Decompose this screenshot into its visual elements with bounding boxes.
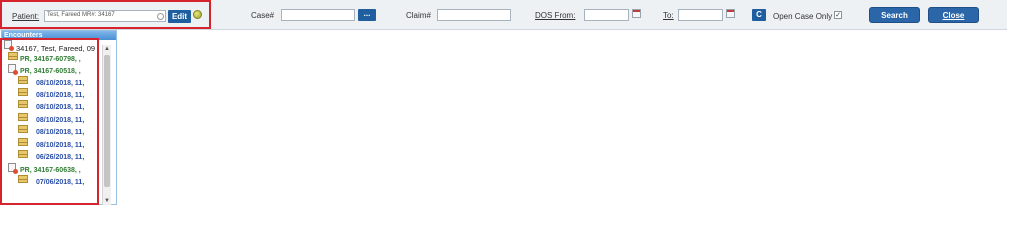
scroll-down-icon[interactable]: ▼ [103,197,111,205]
dos-to-input[interactable] [678,9,723,21]
close-button[interactable]: Close [928,7,979,23]
case-label: Case# [251,11,275,20]
patient-label: Patient: [12,12,40,21]
tree-item-label: 08/10/2018, 11, [36,129,85,136]
search-toolbar: Patient: Test, Fareed MR#: 34167 Edit Ca… [0,0,1007,30]
envelope-icon [18,88,28,96]
refresh-icon[interactable] [193,10,202,19]
case-input[interactable] [281,9,355,21]
tree-item-label: 08/10/2018, 11, [36,117,85,124]
patient-clear-icon[interactable] [157,13,164,20]
envelope-icon [18,125,28,133]
dos-from-input[interactable] [584,9,629,21]
encounters-panel: Encounters 34167, Test, Fareed, 09 PR, 34… [1,30,117,205]
claim-label: Claim# [406,11,431,20]
open-case-only-checkbox[interactable]: ✓ [834,11,842,19]
envelope-icon [8,52,18,60]
envelope-icon [18,150,28,158]
tree-item-label: 08/10/2018, 11, [36,142,85,149]
clear-dates-button[interactable]: C [752,9,766,21]
document-icon [8,163,18,174]
encounters-panel-title: Encounters [2,31,116,40]
document-icon [8,64,18,75]
edit-button[interactable]: Edit [168,10,191,23]
envelope-icon [18,76,28,84]
patient-field[interactable]: Test, Fareed MR#: 34167 [44,10,166,22]
document-icon [4,40,14,51]
tree-item-label: 08/10/2018, 11, [36,104,85,111]
envelope-icon [18,175,28,183]
scrollbar[interactable]: ▲ ▼ [102,45,111,205]
tree-item-label: 34167, Test, Fareed, 09 [16,44,96,53]
claim-input[interactable] [437,9,511,21]
scrollbar-thumb[interactable] [104,55,110,187]
calendar-icon[interactable] [632,9,641,18]
to-label: To: [663,11,674,20]
envelope-icon [18,100,28,108]
envelope-icon [18,138,28,146]
case-lookup-button[interactable]: ... [358,9,376,21]
tree-item-label: PR, 34167-60518, , [20,68,81,75]
tree-item-label: 08/10/2018, 11, [36,92,85,99]
tree-item-label: 08/10/2018, 11, [36,80,85,87]
tree-item-label: 07/06/2018, 11, [36,179,85,186]
tree-item-label: PR, 34167-60638, , [20,167,81,174]
dos-from-label: DOS From: [535,11,576,20]
open-case-only-label: Open Case Only [773,12,833,21]
calendar-icon[interactable] [726,9,735,18]
scroll-up-icon[interactable]: ▲ [103,45,111,53]
envelope-icon [18,113,28,121]
tree-item-label: PR, 34167-60798, , [20,56,81,63]
tree-item-label: 06/26/2018, 11, [36,154,85,161]
search-button[interactable]: Search [869,7,920,23]
